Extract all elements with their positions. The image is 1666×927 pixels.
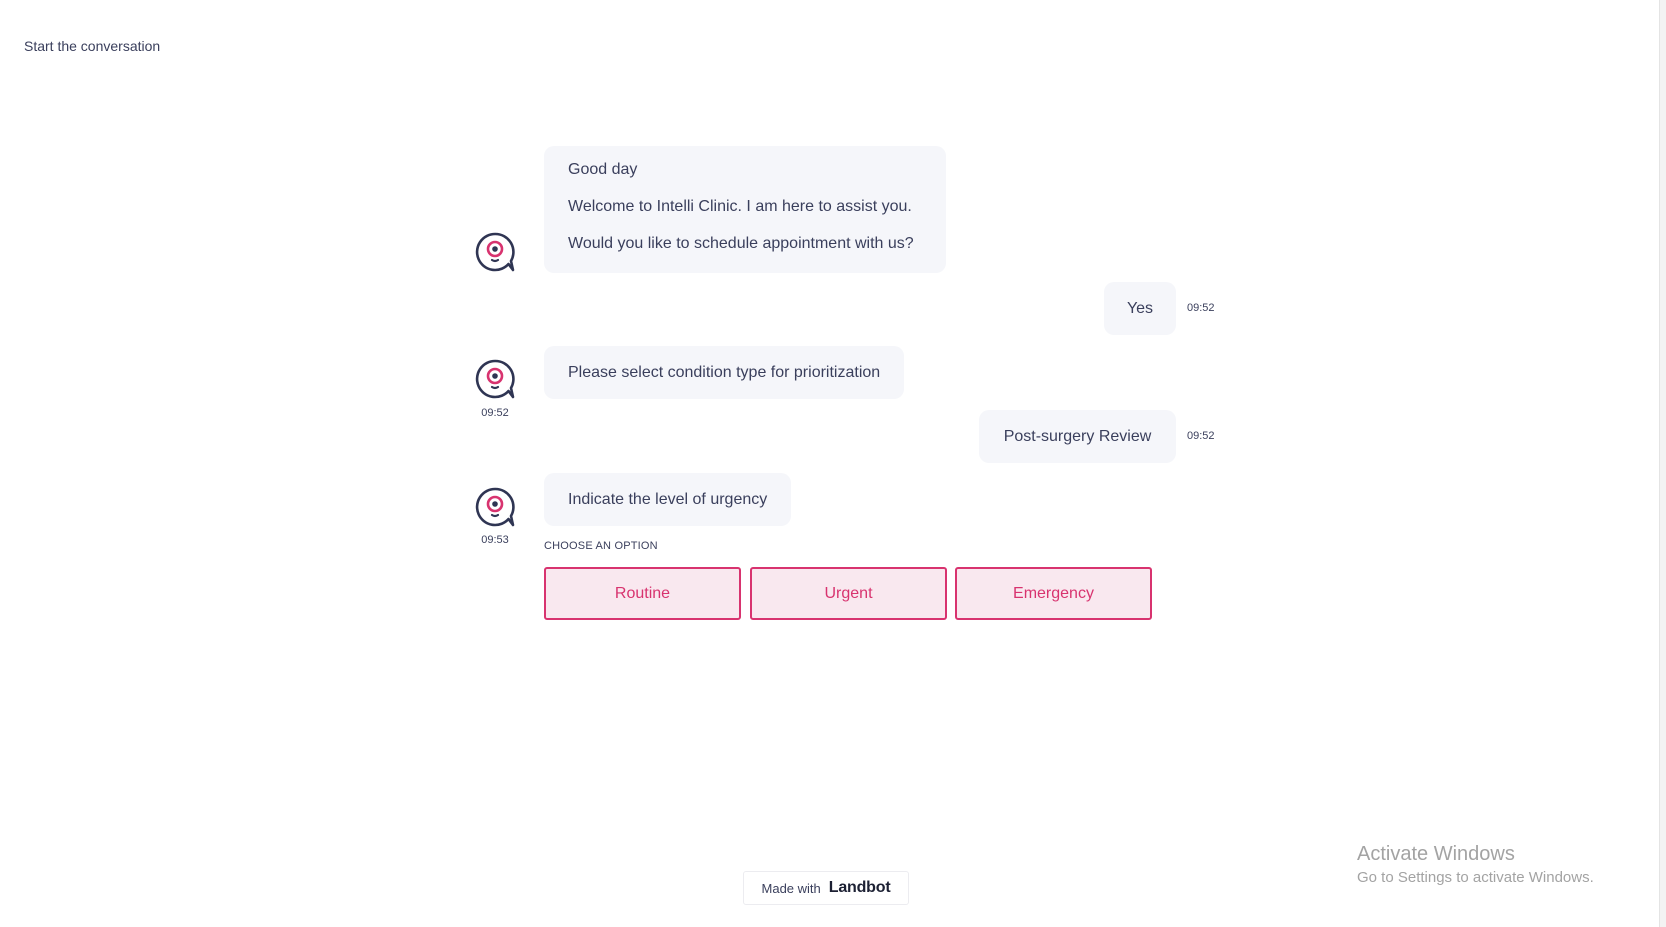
bot-message-urgency: Indicate the level of urgency [544, 473, 792, 526]
bot-avatar-icon [474, 486, 516, 528]
message-text: Post-surgery Review [1003, 428, 1152, 445]
message-line: Would you like to schedule appointment w… [568, 235, 914, 252]
chat-page: Start the conversation Good day Welcome … [0, 0, 1666, 927]
bot-message-welcome: Good day Welcome to Intelli Clinic. I am… [544, 146, 946, 273]
watermark-subtitle: Go to Settings to activate Windows. [1357, 869, 1594, 886]
bot-avatar-icon [474, 358, 516, 400]
message-timestamp: 09:53 [481, 534, 509, 546]
message-text: Indicate the level of urgency [568, 491, 768, 508]
bot-avatar-icon [474, 231, 516, 273]
message-timestamp: 09:52 [481, 407, 509, 419]
made-with-landbot-link[interactable]: Made with Landbot [743, 871, 909, 905]
scrollbar[interactable] [1659, 0, 1666, 927]
message-text: Please select condition type for priorit… [568, 364, 881, 381]
windows-activation-watermark: Activate Windows Go to Settings to activ… [1357, 842, 1594, 888]
bot-message-condition: Please select condition type for priorit… [544, 346, 905, 399]
message-text: Yes [1126, 300, 1154, 317]
option-routine-button[interactable]: Routine [544, 567, 741, 620]
landbot-logo: Landbot [828, 879, 891, 896]
message-line: Good day [568, 161, 638, 178]
option-urgent-button[interactable]: Urgent [750, 567, 947, 620]
message-line: Welcome to Intelli Clinic. I am here to … [568, 198, 912, 215]
user-message-yes: Yes [1104, 282, 1176, 335]
option-emergency-button[interactable]: Emergency [955, 567, 1152, 620]
user-message-post-surgery: Post-surgery Review [979, 410, 1176, 463]
choose-option-label: CHOOSE AN OPTION [544, 540, 658, 552]
watermark-title: Activate Windows [1357, 843, 1515, 865]
page-title: Start the conversation [24, 38, 161, 54]
message-timestamp: 09:52 [1187, 430, 1215, 442]
message-timestamp: 09:52 [1187, 302, 1215, 314]
footer-made-with-text: Made with [761, 880, 821, 896]
